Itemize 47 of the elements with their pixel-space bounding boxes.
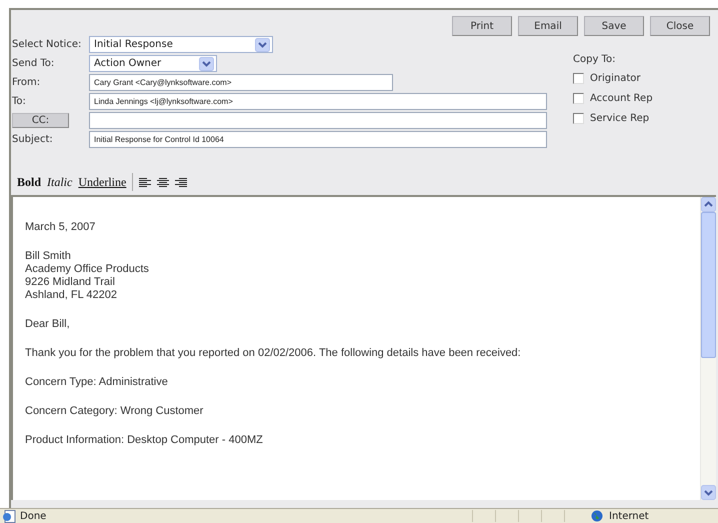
security-zone-text: Internet — [609, 510, 649, 522]
to-field[interactable]: Linda Jennings <lj@lynksoftware.com> — [89, 93, 547, 110]
notice-dropdown[interactable]: Initial Response — [89, 36, 273, 53]
toolbar-button[interactable]: Save — [584, 16, 644, 36]
format-button[interactable]: Bold — [17, 174, 42, 190]
align-center-icon[interactable] — [157, 176, 170, 188]
letter-text: Thank you for the problem that you reported on 02/02/2006. The following details have been received: — [25, 347, 522, 360]
letter-text: Ashland, FL 42202 — [25, 289, 118, 302]
letter-text: Academy Office Products — [25, 263, 150, 276]
letter-text: Concern Category: Wrong Customer — [25, 405, 204, 418]
letter-text: Dear Bill, — [25, 318, 71, 331]
scroll-down-icon[interactable] — [701, 485, 716, 500]
field-label: From: — [12, 77, 42, 88]
toolbar-button[interactable]: Close — [650, 16, 710, 36]
subject-field[interactable]: Initial Response for Control Id 10064 — [89, 131, 547, 148]
letter-text: March 5, 2007 — [25, 221, 96, 234]
page-icon — [2, 510, 16, 522]
field-label: Subject: — [12, 134, 54, 145]
from-field[interactable]: Cary Grant <Cary@lynksoftware.com> — [89, 74, 393, 91]
letter-text: Bill Smith — [25, 250, 72, 263]
cc-button[interactable]: CC: — [12, 113, 69, 128]
format-button[interactable]: Italic — [47, 174, 72, 190]
status-text: Done — [20, 510, 48, 522]
field-label: To: — [12, 96, 27, 107]
checkbox[interactable] — [573, 92, 584, 104]
letter-text: Product Information: Desktop Computer - 400MZ — [25, 434, 264, 447]
scroll-up-icon[interactable] — [701, 197, 716, 212]
globe-icon — [591, 510, 603, 522]
scroll-thumb[interactable] — [701, 212, 716, 358]
field-label: Select Notice: — [12, 39, 82, 50]
checkbox-label: Service Rep — [590, 112, 650, 124]
toolbar-button[interactable]: Email — [518, 16, 578, 36]
letter-text: Concern Type: Administrative — [25, 376, 169, 389]
checkbox[interactable] — [573, 112, 584, 124]
scrollbar[interactable] — [700, 197, 716, 500]
toolbar-button[interactable]: Print — [452, 16, 512, 36]
checkbox-label: Originator — [590, 72, 641, 84]
format-button[interactable]: Underline — [78, 174, 126, 190]
cc-field[interactable] — [89, 112, 547, 129]
send-to-dropdown[interactable]: Action Owner — [89, 55, 217, 72]
letter-text: 9226 Midland Trail — [25, 276, 116, 289]
field-label: Send To: — [12, 58, 56, 69]
checkbox-label: Account Rep — [590, 92, 653, 104]
align-left-icon[interactable] — [139, 176, 152, 188]
align-right-icon[interactable] — [175, 176, 188, 188]
copy-to-label: Copy To: — [573, 54, 616, 65]
checkbox[interactable] — [573, 72, 584, 84]
